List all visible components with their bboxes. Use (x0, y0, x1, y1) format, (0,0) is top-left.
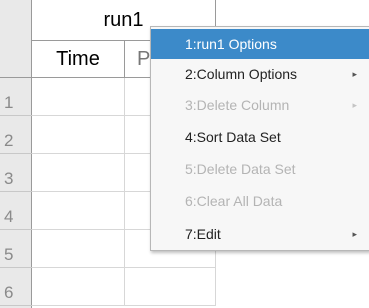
menu-item-label: 4:Sort Data Set (185, 129, 281, 145)
submenu-arrow-icon: ▸ (352, 100, 357, 110)
menu-item-label: 7:Edit (185, 226, 221, 242)
row-number[interactable]: 3 (0, 154, 32, 192)
row-header-column: 1 2 3 4 5 6 (0, 78, 32, 308)
table-cell[interactable] (32, 154, 125, 192)
menu-item-edit[interactable]: 7:Edit ▸ (151, 219, 369, 249)
table-cell[interactable] (32, 192, 125, 230)
menu-item-label: 5:Delete Data Set (185, 161, 296, 177)
menu-item-column-options[interactable]: 2:Column Options ▸ (151, 59, 369, 89)
table-cell[interactable] (32, 116, 125, 154)
menu-item-label: 3:Delete Column (185, 97, 290, 113)
table-corner (0, 0, 32, 78)
row-number[interactable]: 4 (0, 192, 32, 230)
row-number[interactable]: 5 (0, 230, 32, 268)
row-number[interactable]: 2 (0, 116, 32, 154)
menu-item-label: 2:Column Options (185, 66, 298, 82)
menu-item-label: 6:Clear All Data (185, 193, 283, 209)
submenu-arrow-icon: ▸ (352, 69, 357, 79)
table-cell[interactable] (32, 230, 125, 268)
row-number[interactable]: 6 (0, 268, 32, 306)
row-number[interactable]: 1 (0, 78, 32, 116)
menu-item-clear-all-data[interactable]: 6:Clear All Data (151, 186, 369, 216)
table-cell[interactable] (125, 268, 216, 306)
menu-item-run1-options[interactable]: 1:run1 Options (151, 29, 369, 59)
table-cell[interactable] (32, 78, 125, 116)
column-header-time[interactable]: Time (32, 41, 125, 78)
menu-item-delete-data-set[interactable]: 5:Delete Data Set (151, 154, 369, 184)
table-cell[interactable] (32, 268, 125, 306)
menu-item-delete-column[interactable]: 3:Delete Column ▸ (151, 90, 369, 120)
menu-item-sort-data-set[interactable]: 4:Sort Data Set (151, 122, 369, 152)
menu-item-label: 1:run1 Options (185, 36, 277, 52)
context-menu: 1:run1 Options 2:Column Options ▸ 3:Dele… (150, 26, 369, 251)
submenu-arrow-icon: ▸ (352, 229, 357, 239)
